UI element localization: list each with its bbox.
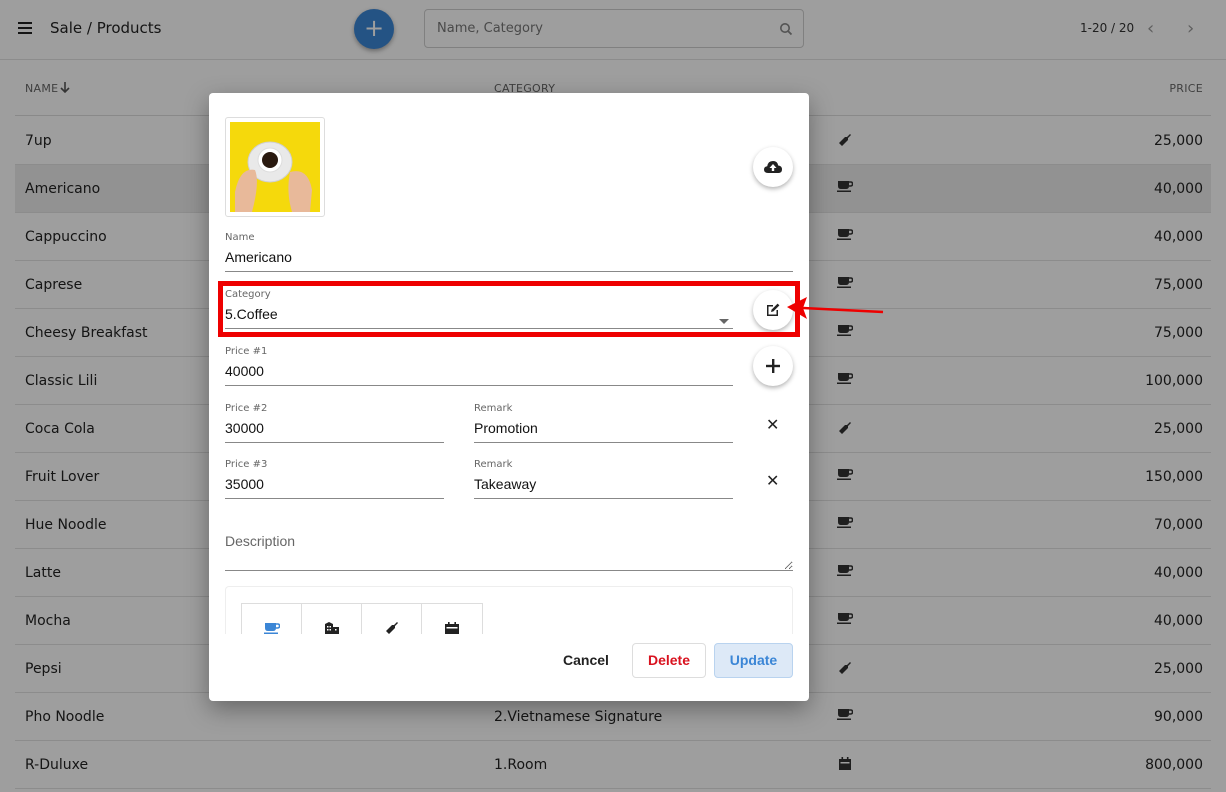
edit-product-dialog: Name Category Price #1 Price #2 Remark ✕… xyxy=(209,93,809,701)
price3-field: Price #3 xyxy=(225,459,444,499)
description-input[interactable] xyxy=(225,533,793,571)
plus-icon xyxy=(766,359,780,373)
price2-label: Price #2 xyxy=(225,403,268,414)
name-input[interactable] xyxy=(225,245,793,272)
remove-price3-button[interactable]: ✕ xyxy=(766,471,779,490)
icon-option-building[interactable] xyxy=(302,604,362,634)
cloud-upload-icon xyxy=(764,161,782,173)
building-icon xyxy=(325,622,339,634)
drink-bottle-icon xyxy=(386,622,398,634)
price1-field: Price #1 xyxy=(225,346,733,386)
remark2-input[interactable] xyxy=(474,416,733,443)
annotation-arrow-icon xyxy=(787,297,884,319)
remark3-field: Remark xyxy=(474,459,733,499)
price1-label: Price #1 xyxy=(225,346,268,357)
icon-picker xyxy=(225,586,793,634)
price2-input[interactable] xyxy=(225,416,444,443)
update-button[interactable]: Update xyxy=(714,643,793,678)
remark3-input[interactable] xyxy=(474,472,733,499)
icon-tabs xyxy=(241,603,483,634)
price3-input[interactable] xyxy=(225,472,444,499)
description-field xyxy=(225,533,793,571)
remark3-label: Remark xyxy=(474,459,513,470)
annotation-highlight-box xyxy=(218,281,800,337)
icon-option-calendar[interactable] xyxy=(422,604,482,634)
remove-price2-button[interactable]: ✕ xyxy=(766,415,779,434)
product-image[interactable] xyxy=(225,117,325,217)
icon-option-coffee[interactable] xyxy=(242,604,302,634)
cancel-button[interactable]: Cancel xyxy=(559,643,613,678)
remark2-field: Remark xyxy=(474,403,733,443)
name-field: Name xyxy=(225,232,793,272)
delete-button[interactable]: Delete xyxy=(632,643,706,678)
remark2-label: Remark xyxy=(474,403,513,414)
close-icon: ✕ xyxy=(766,471,780,490)
coffee-photo xyxy=(230,122,320,212)
price1-input[interactable] xyxy=(225,359,733,386)
close-icon: ✕ xyxy=(766,415,780,434)
upload-image-button[interactable] xyxy=(753,147,793,187)
coffee-cup-icon xyxy=(264,623,280,634)
price3-label: Price #3 xyxy=(225,459,268,470)
add-price-button[interactable] xyxy=(753,346,793,386)
calendar-icon xyxy=(445,622,459,634)
icon-option-drink[interactable] xyxy=(362,604,422,634)
price2-field: Price #2 xyxy=(225,403,444,443)
name-label: Name xyxy=(225,232,255,243)
